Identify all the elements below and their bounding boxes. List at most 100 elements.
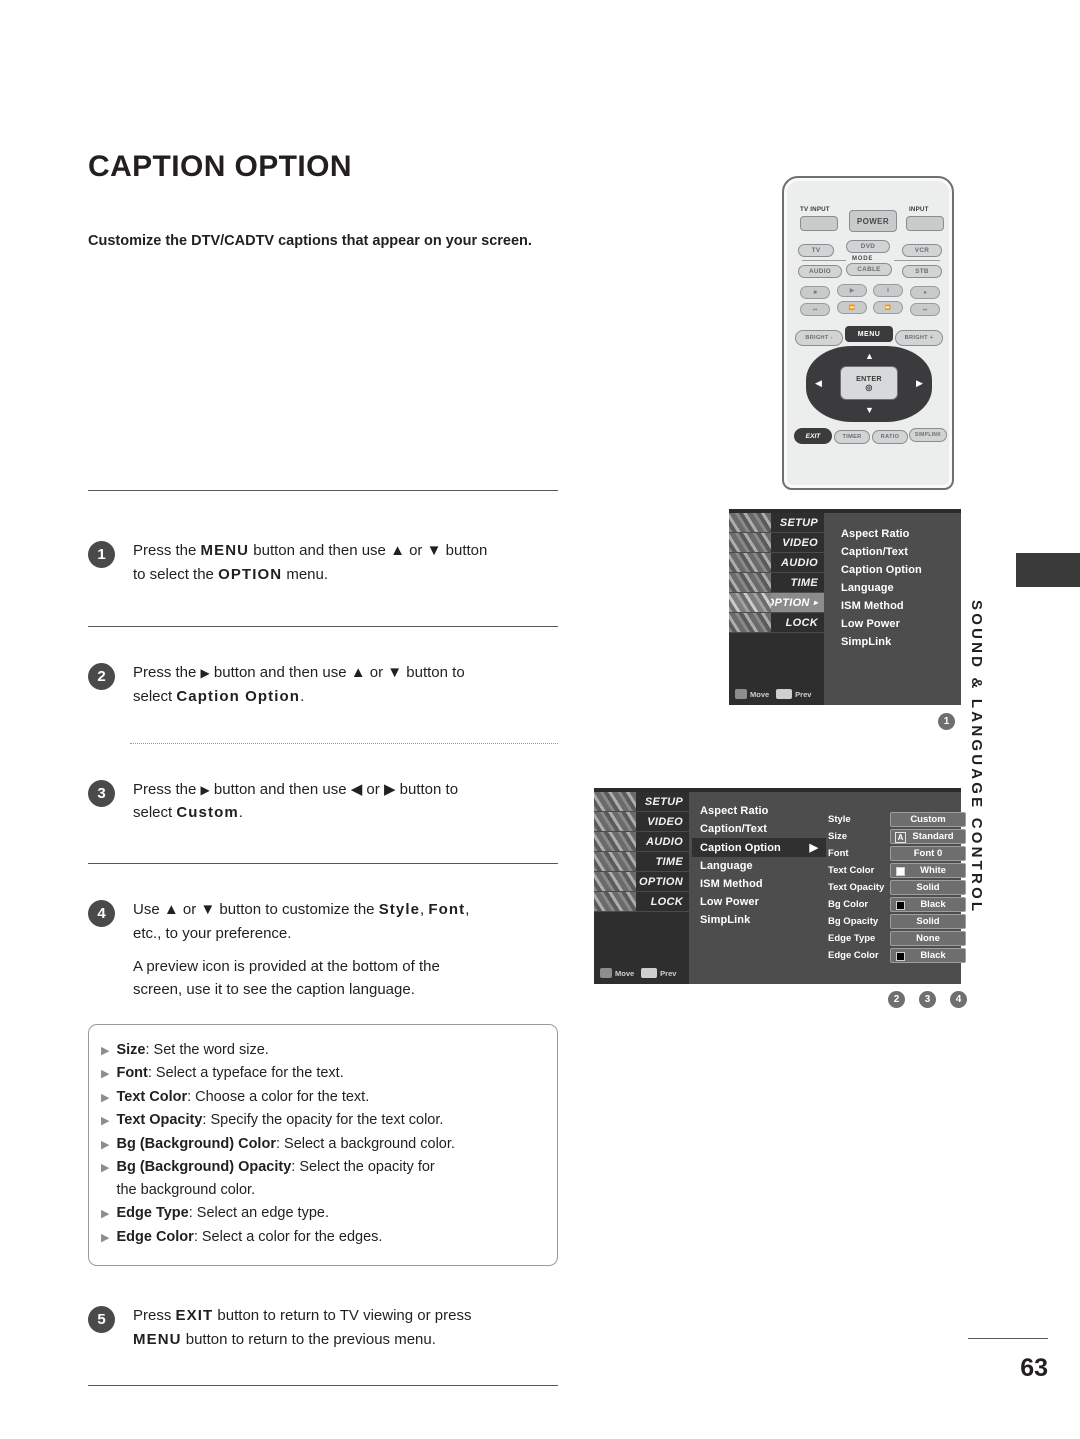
section-tab-block	[1016, 553, 1080, 587]
sidebar-item-time[interactable]: TIME	[594, 852, 689, 872]
sidebar-item-setup[interactable]: SETUP	[594, 792, 689, 812]
osd2-item-caption-text[interactable]: Caption/Text	[692, 820, 826, 838]
sidebar-item-option[interactable]: OPTION ▸	[729, 593, 824, 613]
power-button[interactable]: POWER	[849, 210, 897, 232]
setting-label-text-color: Text Color	[828, 865, 875, 876]
sidebar-item-setup[interactable]: SETUP	[729, 513, 824, 533]
steps-list: 1 Press the MENU button and then use ▲ o…	[88, 490, 568, 1387]
osd2-item-ism-method[interactable]: ISM Method	[692, 875, 826, 893]
osd1-item-simplink[interactable]: SimpLink	[833, 633, 953, 651]
divider-3-4	[88, 863, 558, 865]
step3-custom-keyword: Custom	[176, 804, 239, 822]
osd1-item-caption-option[interactable]: Caption Option	[833, 561, 953, 579]
sidebar-item-video[interactable]: VIDEO	[594, 812, 689, 832]
bullet-desc-bg-opacity-cont: the background color.	[116, 1181, 256, 1198]
osd1-item-aspect-ratio[interactable]: Aspect Ratio	[833, 525, 953, 543]
setting-text-edge-type: None	[916, 933, 940, 944]
osd1-item-caption-text[interactable]: Caption/Text	[833, 543, 953, 561]
play-icon[interactable]: ▶	[837, 284, 867, 297]
sidebar-item-video[interactable]: VIDEO	[729, 533, 824, 553]
intro-text: Customize the DTV/CADTV captions that ap…	[88, 233, 532, 249]
enter-button[interactable]: ENTER ◎	[840, 366, 898, 400]
osd1-item-ism-method[interactable]: ISM Method	[833, 597, 953, 615]
left-arrow-icon: ◀	[350, 780, 363, 798]
enter-label: ENTER	[856, 374, 882, 383]
sidebar-item-option[interactable]: OPTION	[594, 872, 689, 892]
tv-input-button[interactable]	[800, 216, 838, 231]
setting-label-size: Size	[828, 831, 848, 842]
nav-left-icon[interactable]: ◀	[815, 379, 822, 388]
step2-text-d: button to	[402, 664, 465, 682]
bright-plus-button[interactable]: BRIGHT +	[895, 330, 943, 346]
step-badge-5: 5	[88, 1306, 115, 1334]
sidebar-label-lock: LOCK	[650, 895, 683, 908]
osd2-item-simplink[interactable]: SimpLink	[692, 911, 826, 929]
osd2-item-language[interactable]: Language	[692, 857, 826, 875]
osd2-item-caption-option[interactable]: Caption Option ▶	[692, 838, 826, 857]
input-button[interactable]	[906, 216, 944, 231]
edge-color-swatch-icon	[896, 952, 905, 961]
divider-2-3	[130, 742, 558, 744]
divider-bottom	[88, 1385, 558, 1387]
down-arrow-icon: ▼	[200, 901, 216, 919]
video-thumbnail-icon	[729, 533, 771, 552]
triangle-bullet-icon: ▶	[101, 1091, 110, 1104]
osd1-sidebar: SETUP VIDEO AUDIO TIME OPTION ▸ LOCK Mov…	[729, 513, 824, 705]
nav-up-icon[interactable]: ▲	[865, 352, 874, 361]
osd1-item-language[interactable]: Language	[833, 579, 953, 597]
bullet-item-edge-type: ▶ Edge Type: Select an edge type.	[101, 1202, 541, 1224]
ratio-button[interactable]: RATIO	[872, 430, 908, 444]
sidebar-item-audio[interactable]: AUDIO	[594, 832, 689, 852]
fast-forward-icon[interactable]: ⏩	[873, 301, 903, 314]
osd1-step-badges: 1	[938, 713, 955, 730]
sidebar-item-lock[interactable]: LOCK	[594, 892, 689, 912]
setting-value-edge-type[interactable]: None	[890, 931, 966, 946]
skip-back-icon[interactable]: ⏮	[800, 303, 830, 316]
mode-audio-button[interactable]: AUDIO	[798, 265, 842, 278]
step5-text-a: Press	[133, 1307, 176, 1325]
setting-label-font: Font	[828, 848, 849, 859]
caption-options-box: ▶ Size: Set the word size. ▶ Font: Selec…	[88, 1023, 558, 1267]
osd2-item-aspect-ratio[interactable]: Aspect Ratio	[692, 802, 826, 820]
setting-label-style: Style	[828, 814, 851, 825]
simplink-button[interactable]: SIMPLINK	[909, 428, 947, 442]
mode-tv-button[interactable]: TV	[798, 244, 834, 257]
mode-vcr-button[interactable]: VCR	[902, 244, 942, 257]
setting-text-bg-color: Black	[920, 899, 946, 910]
nav-right-icon[interactable]: ▶	[916, 379, 923, 388]
step1-text-e: button	[441, 542, 488, 559]
osd1-item-low-power[interactable]: Low Power	[833, 615, 953, 633]
bullet-desc-size: : Set the word size.	[145, 1041, 269, 1058]
osd2-item-low-power[interactable]: Low Power	[692, 893, 826, 911]
hint-move: Move	[735, 689, 769, 699]
rewind-icon[interactable]: ⏪	[837, 301, 867, 314]
hint-prev: Prev	[776, 689, 811, 699]
step4-font-keyword: Font	[428, 901, 466, 919]
setting-row-bg-opacity: Bg Opacity Solid	[828, 914, 966, 929]
sidebar-item-time[interactable]: TIME	[729, 573, 824, 593]
bright-minus-button[interactable]: BRIGHT -	[795, 330, 843, 346]
hint-move-label: Move	[615, 968, 635, 978]
menu-button[interactable]: MENU	[845, 326, 893, 342]
setting-value-edge-color[interactable]: Black	[890, 948, 966, 963]
sidebar-item-lock[interactable]: LOCK	[729, 613, 824, 633]
timer-button[interactable]: TIMER	[834, 430, 870, 444]
skip-forward-icon[interactable]: ⏭	[910, 303, 940, 316]
step1-text-d: or	[404, 542, 427, 559]
triangle-bullet-icon: ▶	[101, 1208, 110, 1221]
pause-icon[interactable]: ‖	[873, 284, 903, 297]
step2-line2-c: .	[300, 688, 305, 706]
sidebar-item-audio[interactable]: AUDIO	[729, 553, 824, 573]
exit-button[interactable]: EXIT	[794, 428, 832, 444]
nav-down-icon[interactable]: ▼	[865, 406, 874, 415]
mode-dvd-button[interactable]: DVD	[846, 240, 890, 253]
record-icon[interactable]: ●	[910, 286, 940, 299]
sidebar-label-audio: AUDIO	[646, 835, 683, 848]
mode-cable-button[interactable]: CABLE	[846, 263, 892, 276]
stop-icon[interactable]: ■	[800, 286, 830, 299]
hint-move-label: Move	[750, 689, 770, 699]
bullet-item-font: ▶ Font: Select a typeface for the text.	[101, 1062, 541, 1084]
setting-label-bg-opacity: Bg Opacity	[828, 916, 879, 927]
mode-rule-left	[802, 260, 846, 261]
mode-stb-button[interactable]: STB	[902, 265, 942, 278]
